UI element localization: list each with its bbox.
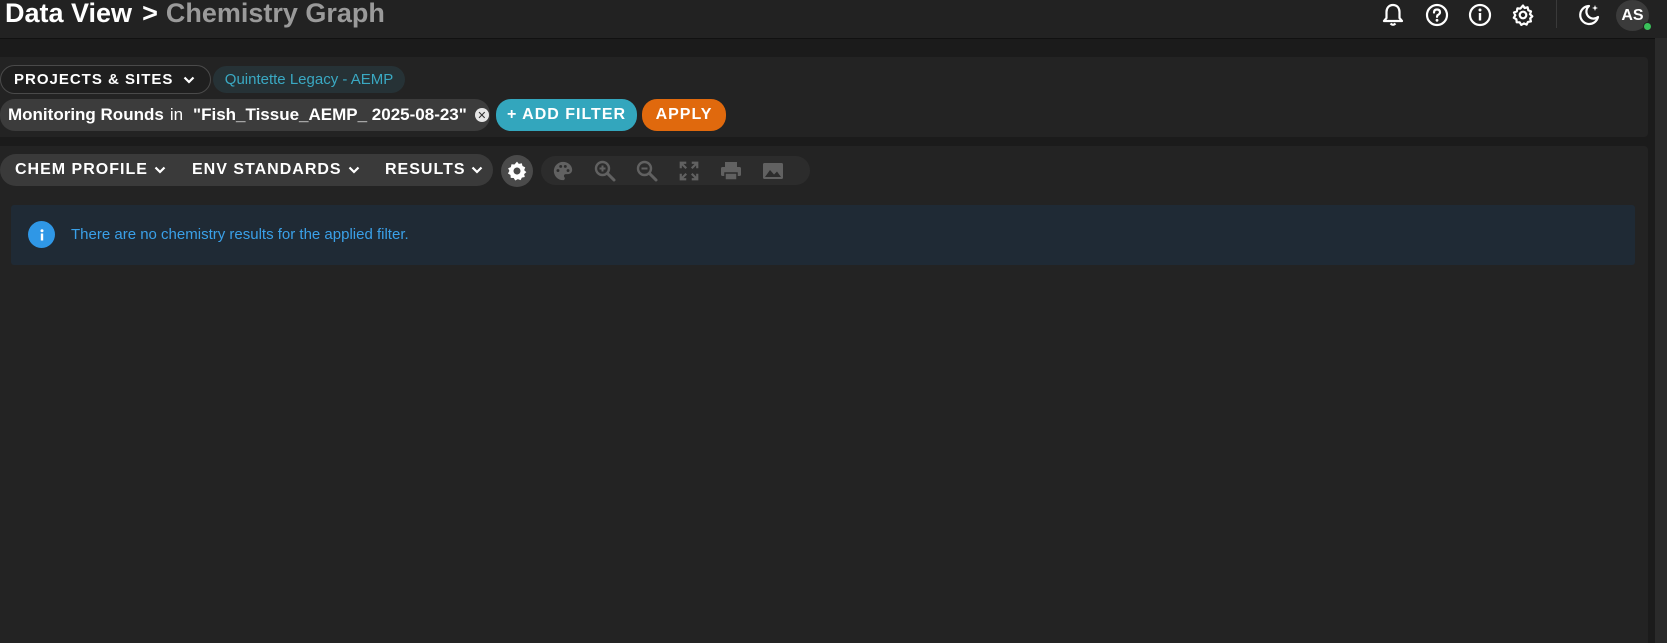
page-title: Data View > Chemistry Graph: [5, 0, 385, 29]
graph-settings-button[interactable]: [501, 155, 533, 187]
chevron-down-icon: [471, 161, 483, 179]
env-standards-label: ENV STANDARDS: [192, 161, 342, 178]
print-icon[interactable]: [718, 158, 744, 184]
graph-tools-group: [541, 156, 810, 185]
results-label: RESULTS: [385, 161, 466, 178]
remove-filter-icon[interactable]: ✕: [474, 108, 489, 122]
info-circle-icon[interactable]: [1467, 2, 1493, 28]
site-chip[interactable]: Quintette Legacy - AEMP: [213, 66, 405, 93]
theme-toggle-icon[interactable]: [1576, 2, 1602, 28]
filter-value: "Fish_Tissue_AEMP_ 2025-08-23": [193, 105, 467, 124]
gear-icon: [507, 161, 527, 181]
bell-icon[interactable]: [1380, 2, 1406, 28]
filter-field-label: Monitoring Rounds: [8, 105, 164, 124]
chem-profile-label: CHEM PROFILE: [15, 161, 148, 178]
graph-menu-group: CHEM PROFILE ENV STANDARDS RESULTS: [0, 154, 493, 186]
graph-panel: CHEM PROFILE ENV STANDARDS RESULTS There…: [0, 146, 1648, 643]
chem-profile-menu[interactable]: CHEM PROFILE: [15, 154, 166, 186]
monitoring-rounds-filter-chip[interactable]: Monitoring Rounds in "Fish_Tissue_AEMP_ …: [0, 99, 490, 131]
fullscreen-icon[interactable]: [676, 158, 702, 184]
header-divider: [1556, 0, 1557, 28]
presence-indicator: [1643, 22, 1652, 31]
results-menu[interactable]: RESULTS: [385, 154, 483, 186]
filter-panel: PROJECTS & SITES Quintette Legacy - AEMP…: [0, 57, 1648, 137]
breadcrumb-current: Chemistry Graph: [165, 0, 385, 28]
zoom-in-icon[interactable]: [592, 158, 618, 184]
breadcrumb-data-view[interactable]: Data View: [5, 0, 132, 28]
breadcrumb-separator: >: [142, 0, 158, 28]
add-filter-button[interactable]: + ADD FILTER: [496, 99, 637, 131]
projects-sites-dropdown[interactable]: PROJECTS & SITES: [0, 65, 211, 94]
env-standards-menu[interactable]: ENV STANDARDS: [192, 154, 360, 186]
image-export-icon[interactable]: [760, 158, 786, 184]
top-bar: Data View > Chemistry Graph AS: [0, 0, 1667, 39]
zoom-out-icon[interactable]: [634, 158, 660, 184]
palette-icon[interactable]: [550, 158, 576, 184]
projects-sites-label: PROJECTS & SITES: [14, 71, 174, 88]
help-circle-icon[interactable]: [1424, 2, 1450, 28]
chevron-down-icon: [348, 161, 360, 179]
chevron-down-icon: [183, 71, 195, 88]
chevron-down-icon: [154, 161, 166, 179]
no-results-alert: There are no chemistry results for the a…: [11, 205, 1635, 265]
scrollbar-track[interactable]: [1655, 38, 1667, 643]
filter-operator: in: [169, 105, 184, 124]
apply-button[interactable]: APPLY: [642, 99, 726, 131]
alert-message: There are no chemistry results for the a…: [71, 226, 409, 243]
info-icon: [28, 221, 55, 248]
settings-gear-icon[interactable]: [1510, 2, 1536, 28]
